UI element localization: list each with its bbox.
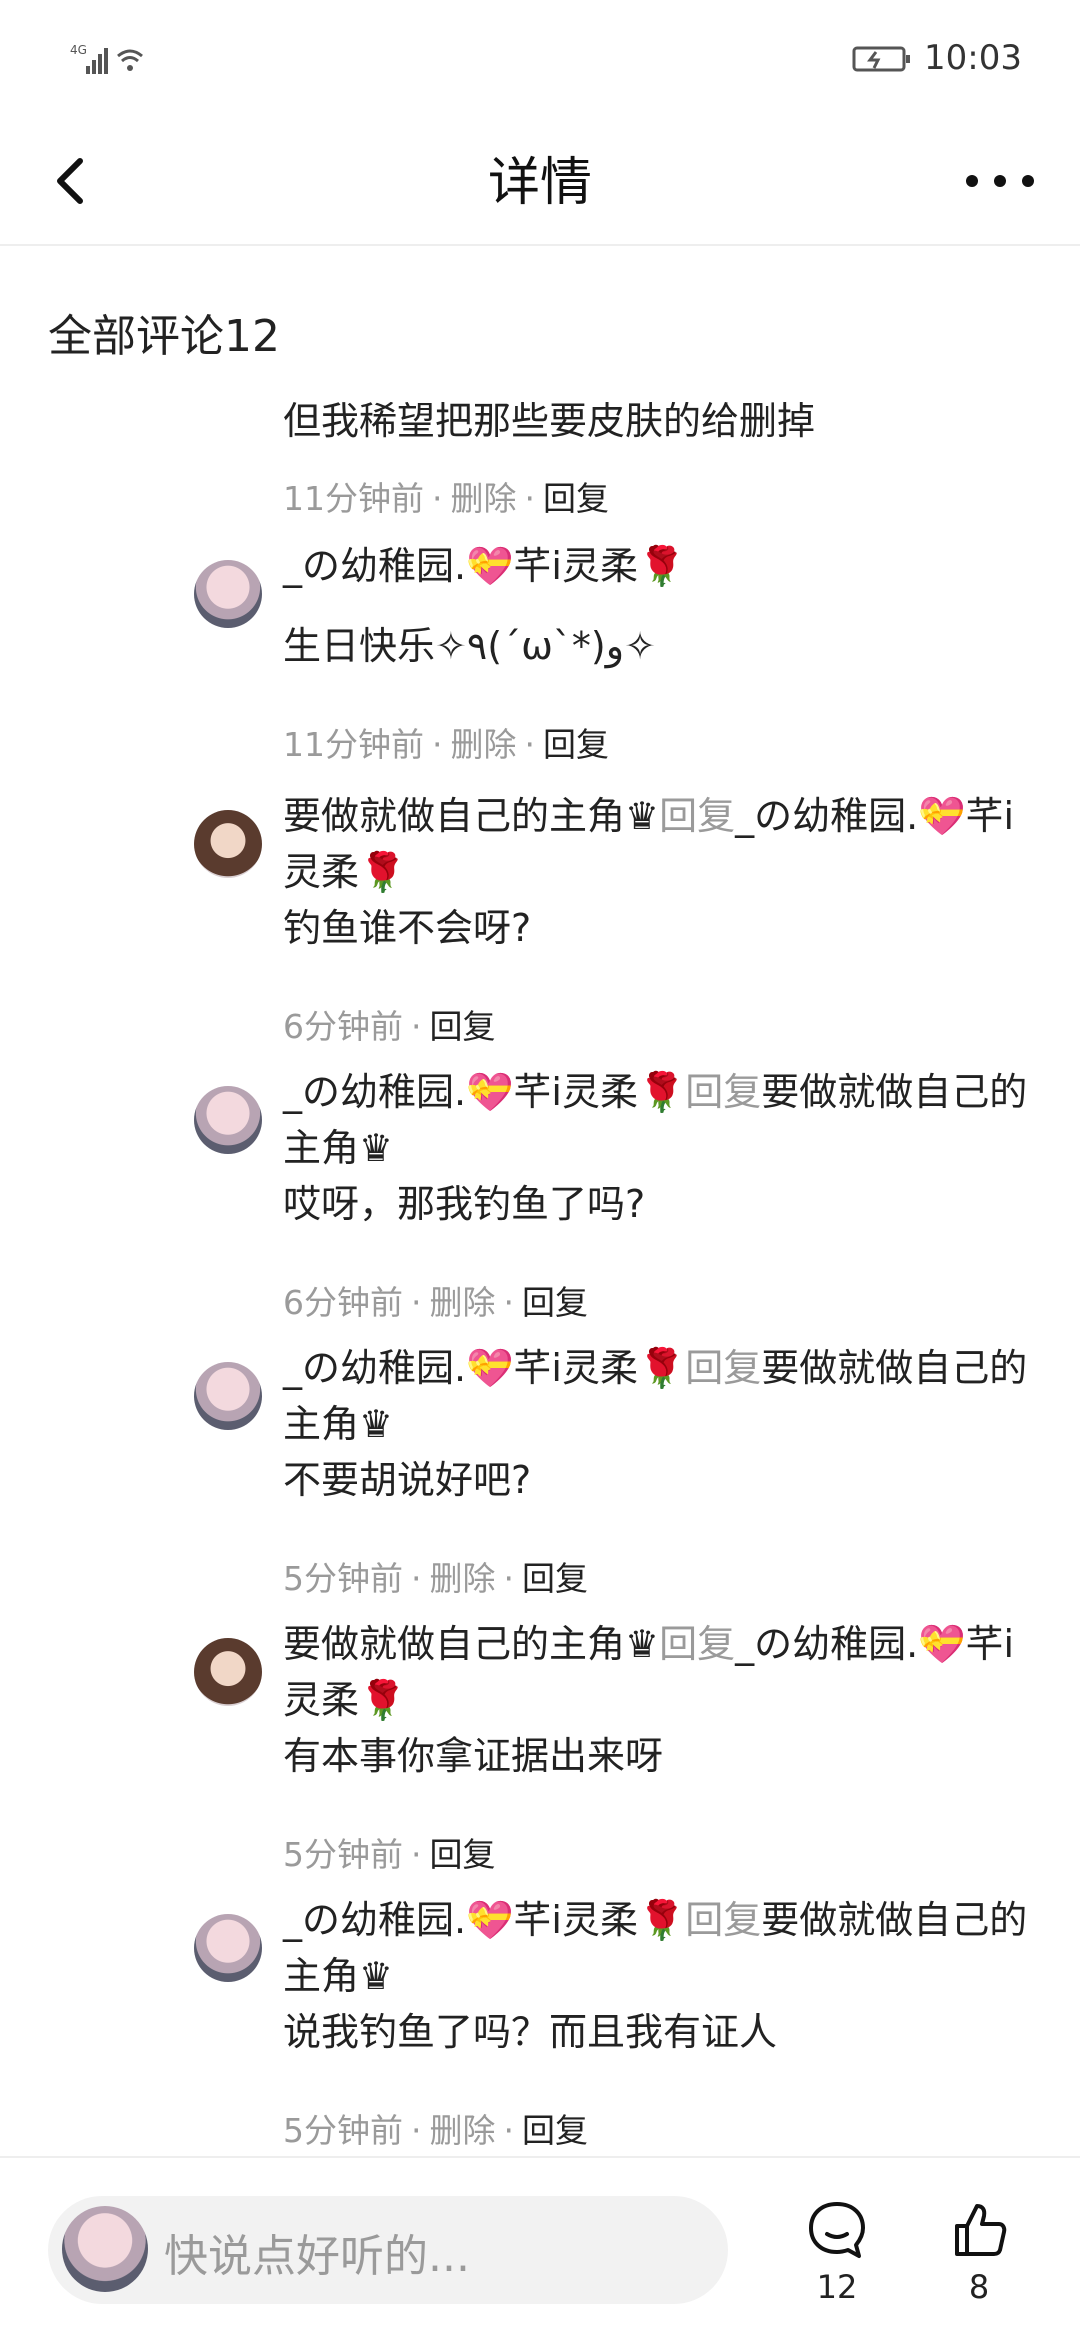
comment-input-placeholder: 快说点好听的... (164, 2231, 470, 2282)
avatar[interactable] (194, 1086, 262, 1154)
comment-meta: 11分钟前 · 删除 · 回复 (283, 479, 609, 518)
comment-meta: 6分钟前 · 回复 (283, 1007, 496, 1046)
delete-link[interactable]: 删除 (430, 1559, 496, 1598)
comment-text: 钓鱼谁不会呀? (283, 906, 532, 950)
thumbs-up-icon (955, 2204, 1007, 2256)
comment-time: 11分钟前 (283, 479, 424, 518)
comment-list[interactable]: 但我稀望把那些要皮肤的给删掉 11分钟前 · 删除 · 回复 _の幼稚园.💝芊i灵柔🌹 … (0, 388, 1080, 2148)
reply-link[interactable]: 回复 (430, 1835, 496, 1874)
reply-link[interactable]: 回复 (522, 1283, 588, 1322)
avatar[interactable] (194, 560, 262, 628)
reply-link[interactable]: 回复 (543, 725, 609, 764)
comment-text: 不要胡说好吧? (283, 1458, 532, 1502)
reply-link[interactable]: 回复 (522, 2111, 588, 2148)
comment-text: 说我钓鱼了吗？而且我有证人 (283, 2010, 778, 2054)
comment-input[interactable]: 快说点好听的... (48, 2196, 728, 2304)
comment-time: 6分钟前 (283, 1007, 403, 1046)
comment-author[interactable]: 要做就做自己的主角♛ (283, 794, 659, 838)
top-navigation: 详情 (0, 120, 1080, 246)
reply-link[interactable]: 回复 (430, 1007, 496, 1046)
like-button[interactable]: 8 (934, 2198, 1024, 2308)
delete-link[interactable]: 删除 (451, 725, 517, 764)
like-count: 8 (968, 2268, 990, 2306)
bottom-action-bar: 快说点好听的... 12 8 (0, 2156, 1080, 2342)
comment-text: 有本事你拿证据出来呀 (283, 1734, 664, 1778)
comment-author[interactable]: _の幼稚园.💝芊i灵柔🌹 (283, 1898, 685, 1942)
comment-time: 5分钟前 (283, 1835, 403, 1874)
comment-meta: 5分钟前 · 回复 (283, 1835, 496, 1874)
comment-text: 哎呀，那我钓鱼了吗? (283, 1182, 646, 1226)
status-bar: 4G 10:03 (0, 0, 1080, 120)
comment-author[interactable]: _の幼稚园.💝芊i灵柔🌹 (283, 1070, 685, 1114)
reply-word: 回复 (659, 1622, 736, 1666)
more-options-icon[interactable] (960, 146, 1040, 216)
comment-author-line: _の幼稚园.💝芊i灵柔🌹 (283, 538, 1033, 594)
battery-icon (852, 46, 910, 72)
page-title: 详情 (487, 153, 592, 213)
comment-author[interactable]: _の幼稚园.💝芊i灵柔🌹 (283, 1346, 685, 1390)
delete-link[interactable]: 删除 (430, 2111, 496, 2148)
comment-meta: 5分钟前 · 删除 · 回复 (283, 2111, 588, 2148)
comment-author[interactable]: _の幼稚园.💝芊i灵柔🌹 (283, 544, 685, 588)
comment-text: 生日快乐✧٩(ˊωˋ*)و✧ (283, 624, 656, 668)
comment-count: 12 (816, 2268, 858, 2306)
reply-word: 回复 (659, 794, 736, 838)
delete-link[interactable]: 删除 (430, 1283, 496, 1322)
comment-meta: 11分钟前 · 删除 · 回复 (283, 725, 609, 764)
avatar[interactable] (194, 1362, 262, 1430)
comment-bubble-icon (809, 2202, 865, 2258)
avatar[interactable] (194, 1638, 262, 1706)
clock: 10:03 (924, 38, 1022, 78)
comment-time: 5分钟前 (283, 2111, 403, 2148)
comment-author-line: 要做就做自己的主角♛回复_の幼稚园.💝芊i灵柔🌹 (283, 788, 1033, 900)
reply-word: 回复 (685, 1070, 762, 1114)
comment-meta: 5分钟前 · 删除 · 回复 (283, 1559, 588, 1598)
comment-author-line: _の幼稚园.💝芊i灵柔🌹回复要做就做自己的主角♛ (283, 1064, 1033, 1176)
comment-author-line: 要做就做自己的主角♛回复_の幼稚园.💝芊i灵柔🌹 (283, 1616, 1033, 1728)
delete-link[interactable]: 删除 (451, 479, 517, 518)
comment-time: 6分钟前 (283, 1283, 403, 1322)
comment-author-line: _の幼稚园.💝芊i灵柔🌹回复要做就做自己的主角♛ (283, 1340, 1033, 1452)
avatar[interactable] (194, 1914, 262, 1982)
comments-button[interactable]: 12 (792, 2198, 882, 2308)
my-avatar (62, 2206, 148, 2292)
network-type: 4G (70, 43, 87, 57)
comment-author[interactable]: 要做就做自己的主角♛ (283, 1622, 659, 1666)
comment-time: 11分钟前 (283, 725, 424, 764)
comment-meta: 6分钟前 · 删除 · 回复 (283, 1283, 588, 1322)
comment-time: 5分钟前 (283, 1559, 403, 1598)
reply-link[interactable]: 回复 (522, 1559, 588, 1598)
comment-author-line: _の幼稚园.💝芊i灵柔🌹回复要做就做自己的主角♛ (283, 1892, 1033, 2004)
reply-word: 回复 (685, 1898, 762, 1942)
reply-word: 回复 (685, 1346, 762, 1390)
reply-link[interactable]: 回复 (543, 479, 609, 518)
partial-comment-text: 但我稀望把那些要皮肤的给删掉 (283, 399, 816, 443)
comments-count-title: 全部评论12 (48, 311, 280, 362)
avatar[interactable] (194, 810, 262, 878)
signal-wifi-icon: 4G (70, 43, 143, 74)
